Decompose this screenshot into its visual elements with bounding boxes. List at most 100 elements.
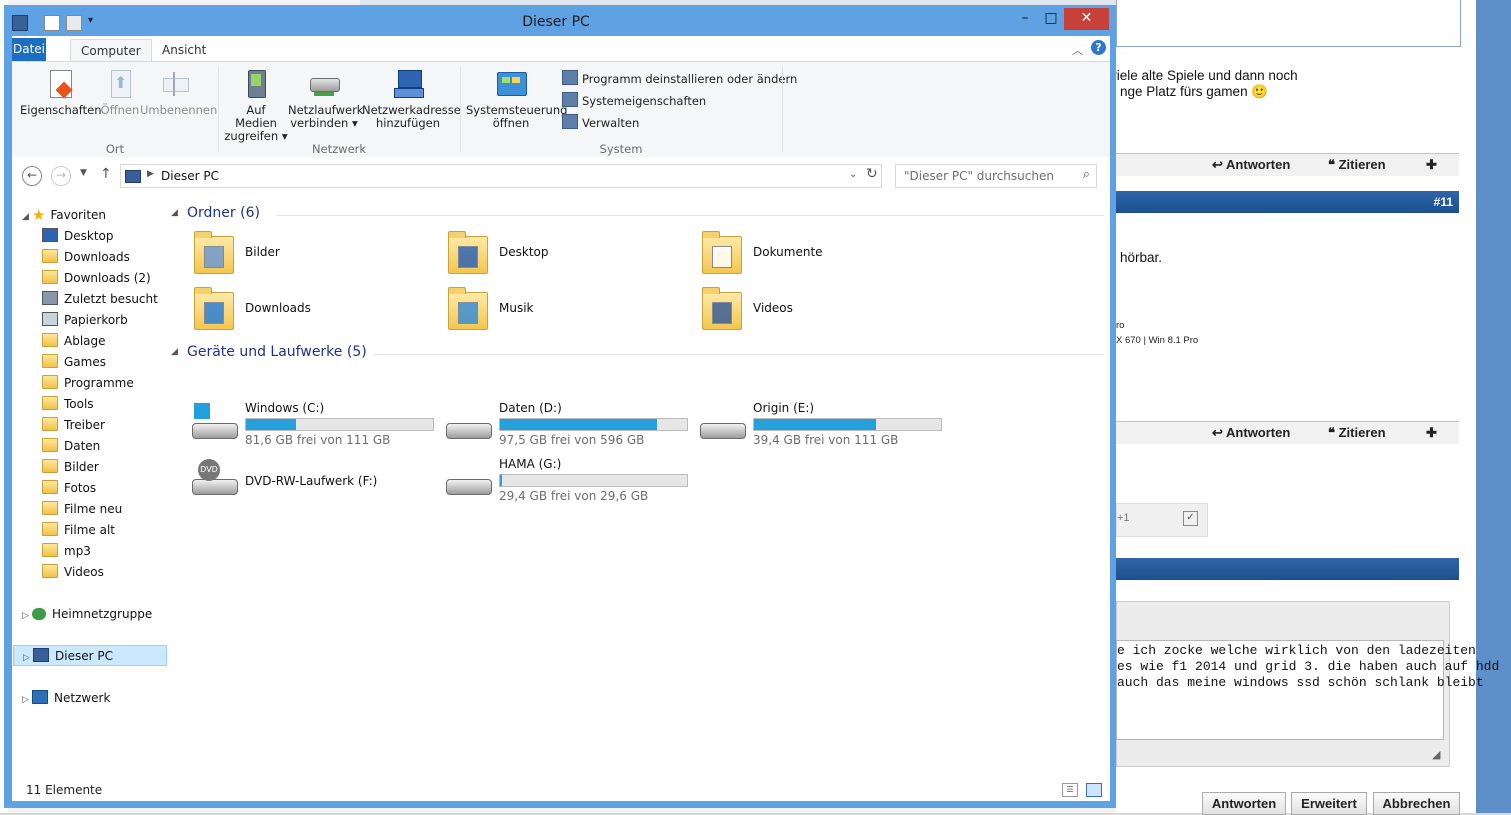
nav-favorite-item[interactable]: Zuletzt besucht (42, 289, 158, 310)
nav-favorite-item[interactable]: Filme neu (42, 499, 122, 520)
collapsed-arrow-icon[interactable]: ▷ (23, 648, 33, 669)
status-bar: 11 Elemente ☰ (12, 779, 1110, 801)
desktop-icon (42, 228, 58, 242)
checkbox-icon[interactable]: ✓ (1183, 511, 1198, 526)
uninstall-program-button[interactable]: Programm deinstallieren oder ändern (562, 70, 797, 86)
quote-button-2[interactable]: ❝ Zitieren (1328, 425, 1386, 441)
drive-tile[interactable]: Windows (C:) 81,6 GB frei von 111 GB (180, 401, 434, 451)
help-icon[interactable]: ? (1091, 40, 1106, 55)
nav-favorite-item[interactable]: Desktop (42, 226, 114, 247)
nav-favorite-item[interactable]: Downloads (42, 247, 130, 268)
search-icon[interactable]: ⌕ (1083, 167, 1090, 182)
media-access-button[interactable]: Auf Medien zugreifen ▾ (224, 68, 288, 143)
drive-tile[interactable]: HAMA (G:) 29,4 GB frei von 29,6 GB (434, 457, 688, 507)
multi-quote-icon[interactable]: ✚ (1426, 425, 1437, 441)
drive-name: Daten (D:) (499, 401, 562, 415)
folder-tile[interactable]: Desktop (434, 228, 684, 278)
nav-favorite-item[interactable]: Papierkorb (42, 310, 128, 331)
tab-computer[interactable]: Computer (70, 39, 152, 62)
collapsed-arrow-icon[interactable]: ▷ (22, 690, 32, 711)
close-button[interactable]: ✕ (1064, 8, 1109, 30)
breadcrumb-dieser-pc[interactable]: Dieser PC (161, 169, 219, 183)
title-bar[interactable]: ▾ Dieser PC – □ ✕ (4, 5, 1116, 35)
maximize-button[interactable]: □ (1038, 8, 1064, 30)
drives-group-header[interactable]: Geräte und Laufwerke (5) (187, 344, 367, 360)
nav-favorite-label: Filme alt (64, 523, 115, 537)
nav-favorite-item[interactable]: Tools (42, 394, 94, 415)
nav-favorite-item[interactable]: Filme alt (42, 520, 115, 541)
folder-icon (42, 543, 58, 557)
windows-drive-icon (192, 403, 240, 443)
folder-tile[interactable]: Dokumente (688, 228, 938, 278)
rename-button[interactable]: Umbenennen (140, 68, 217, 117)
nav-network[interactable]: ▷ Netzwerk (22, 688, 110, 709)
nav-favorite-item[interactable]: Videos (42, 562, 104, 583)
nav-favorite-item[interactable]: Ablage (42, 331, 106, 352)
nav-favorite-item[interactable]: Programme (42, 373, 134, 394)
programs-icon (562, 70, 578, 85)
search-input[interactable]: "Dieser PC" durchsuchen ⌕ (895, 164, 1097, 188)
plus-one-label[interactable]: +1 (1117, 512, 1130, 524)
cancel-button[interactable]: Abbrechen (1373, 792, 1460, 815)
nav-favorite-item[interactable]: mp3 (42, 541, 91, 562)
collapsed-arrow-icon[interactable]: ▷ (22, 606, 32, 627)
extended-button[interactable]: Erweitert (1291, 792, 1367, 815)
nav-favorites[interactable]: ◢ ★ Favoriten (22, 205, 106, 226)
quote-button[interactable]: ❝ Zitieren (1328, 157, 1386, 173)
collapse-ribbon-icon[interactable]: ︿ (1072, 42, 1083, 58)
nav-favorite-item[interactable]: Daten (42, 436, 100, 457)
answer-button-2[interactable]: ↩ Antworten (1212, 425, 1290, 441)
folder-tile[interactable]: Videos (688, 284, 938, 334)
nav-favorite-label: Tools (64, 397, 94, 411)
answer-button[interactable]: ↩ Antworten (1212, 157, 1290, 173)
up-arrow-icon[interactable]: ↑ (100, 166, 112, 182)
nav-favorite-label: Ablage (64, 334, 106, 348)
back-button[interactable]: ← (22, 166, 42, 186)
minimize-button[interactable]: – (1012, 8, 1038, 30)
nav-favorites-label: Favoriten (50, 208, 107, 222)
tab-datei[interactable]: Datei (12, 38, 46, 61)
system-properties-button[interactable]: Systemeigenschaften (562, 92, 706, 108)
drive-tile[interactable]: DVD DVD-RW-Laufwerk (F:) (180, 457, 430, 507)
expanded-arrow-icon[interactable]: ◢ (22, 207, 32, 228)
drive-tile[interactable]: Daten (D:) 97,5 GB frei von 596 GB (434, 401, 688, 451)
nav-homegroup[interactable]: ▷ Heimnetzgruppe (22, 604, 152, 625)
nav-this-pc[interactable]: ▷ Dieser PC (13, 645, 167, 666)
folder-tile[interactable]: Bilder (180, 228, 430, 278)
nav-favorite-item[interactable]: Treiber (42, 415, 105, 436)
nav-favorite-item[interactable]: Games (42, 352, 106, 373)
folder-tile[interactable]: Downloads (180, 284, 430, 334)
multi-quote-icon[interactable]: ✚ (1426, 157, 1437, 173)
group-collapse-icon[interactable]: ◢ (171, 208, 178, 218)
open-button[interactable]: ⬆ Öffnen (98, 68, 142, 117)
control-panel-button[interactable]: Systemsteuerung öffnen (466, 68, 567, 130)
folders-group-header[interactable]: Ordner (6) (187, 205, 260, 221)
resize-grip-icon[interactable]: ◢ (1432, 748, 1440, 761)
group-collapse-icon[interactable]: ◢ (171, 347, 178, 357)
properties-button[interactable]: Eigenschaften (20, 68, 102, 117)
nav-favorite-item[interactable]: Downloads (2) (42, 268, 151, 289)
reply-submit-button[interactable]: Antworten (1202, 792, 1286, 815)
address-dropdown-icon[interactable]: ⌄ (849, 169, 857, 180)
recent-locations-icon[interactable]: ▼ (80, 168, 87, 178)
address-row: ← → ▼ ↑ ▶ Dieser PC ⌄ ↻ "Dieser PC" durc… (12, 157, 1110, 195)
breadcrumb-chevron-icon[interactable]: ▶ (147, 169, 154, 179)
tab-ansicht[interactable]: Ansicht (152, 39, 216, 61)
details-view-icon[interactable]: ☰ (1062, 783, 1078, 797)
nav-favorite-item[interactable]: Bilder (42, 457, 99, 478)
add-network-location-button[interactable]: Netzwerkadresse hinzufügen (362, 68, 461, 130)
network-location-icon (392, 68, 424, 100)
refresh-icon[interactable]: ↻ (866, 166, 878, 182)
large-icons-view-icon[interactable] (1086, 783, 1102, 797)
map-network-drive-button[interactable]: Netzlaufwerk verbinden ▾ (288, 68, 363, 130)
manage-button[interactable]: Verwalten (562, 114, 639, 130)
forward-button[interactable]: → (51, 166, 71, 186)
post1-text-line2: nge Platz fürs gamen 🙂 (1120, 84, 1269, 99)
folder-tile[interactable]: Musik (434, 284, 684, 334)
folder-icon (42, 480, 58, 494)
drive-name: DVD-RW-Laufwerk (F:) (245, 474, 378, 488)
nav-favorite-item[interactable]: Fotos (42, 478, 96, 499)
address-bar[interactable]: ▶ Dieser PC ⌄ ↻ (120, 164, 882, 188)
reply-textarea[interactable]: e ich zocke welche wirklich von den lade… (1116, 640, 1499, 740)
drive-tile[interactable]: Origin (E:) 39,4 GB frei von 111 GB (688, 401, 942, 451)
